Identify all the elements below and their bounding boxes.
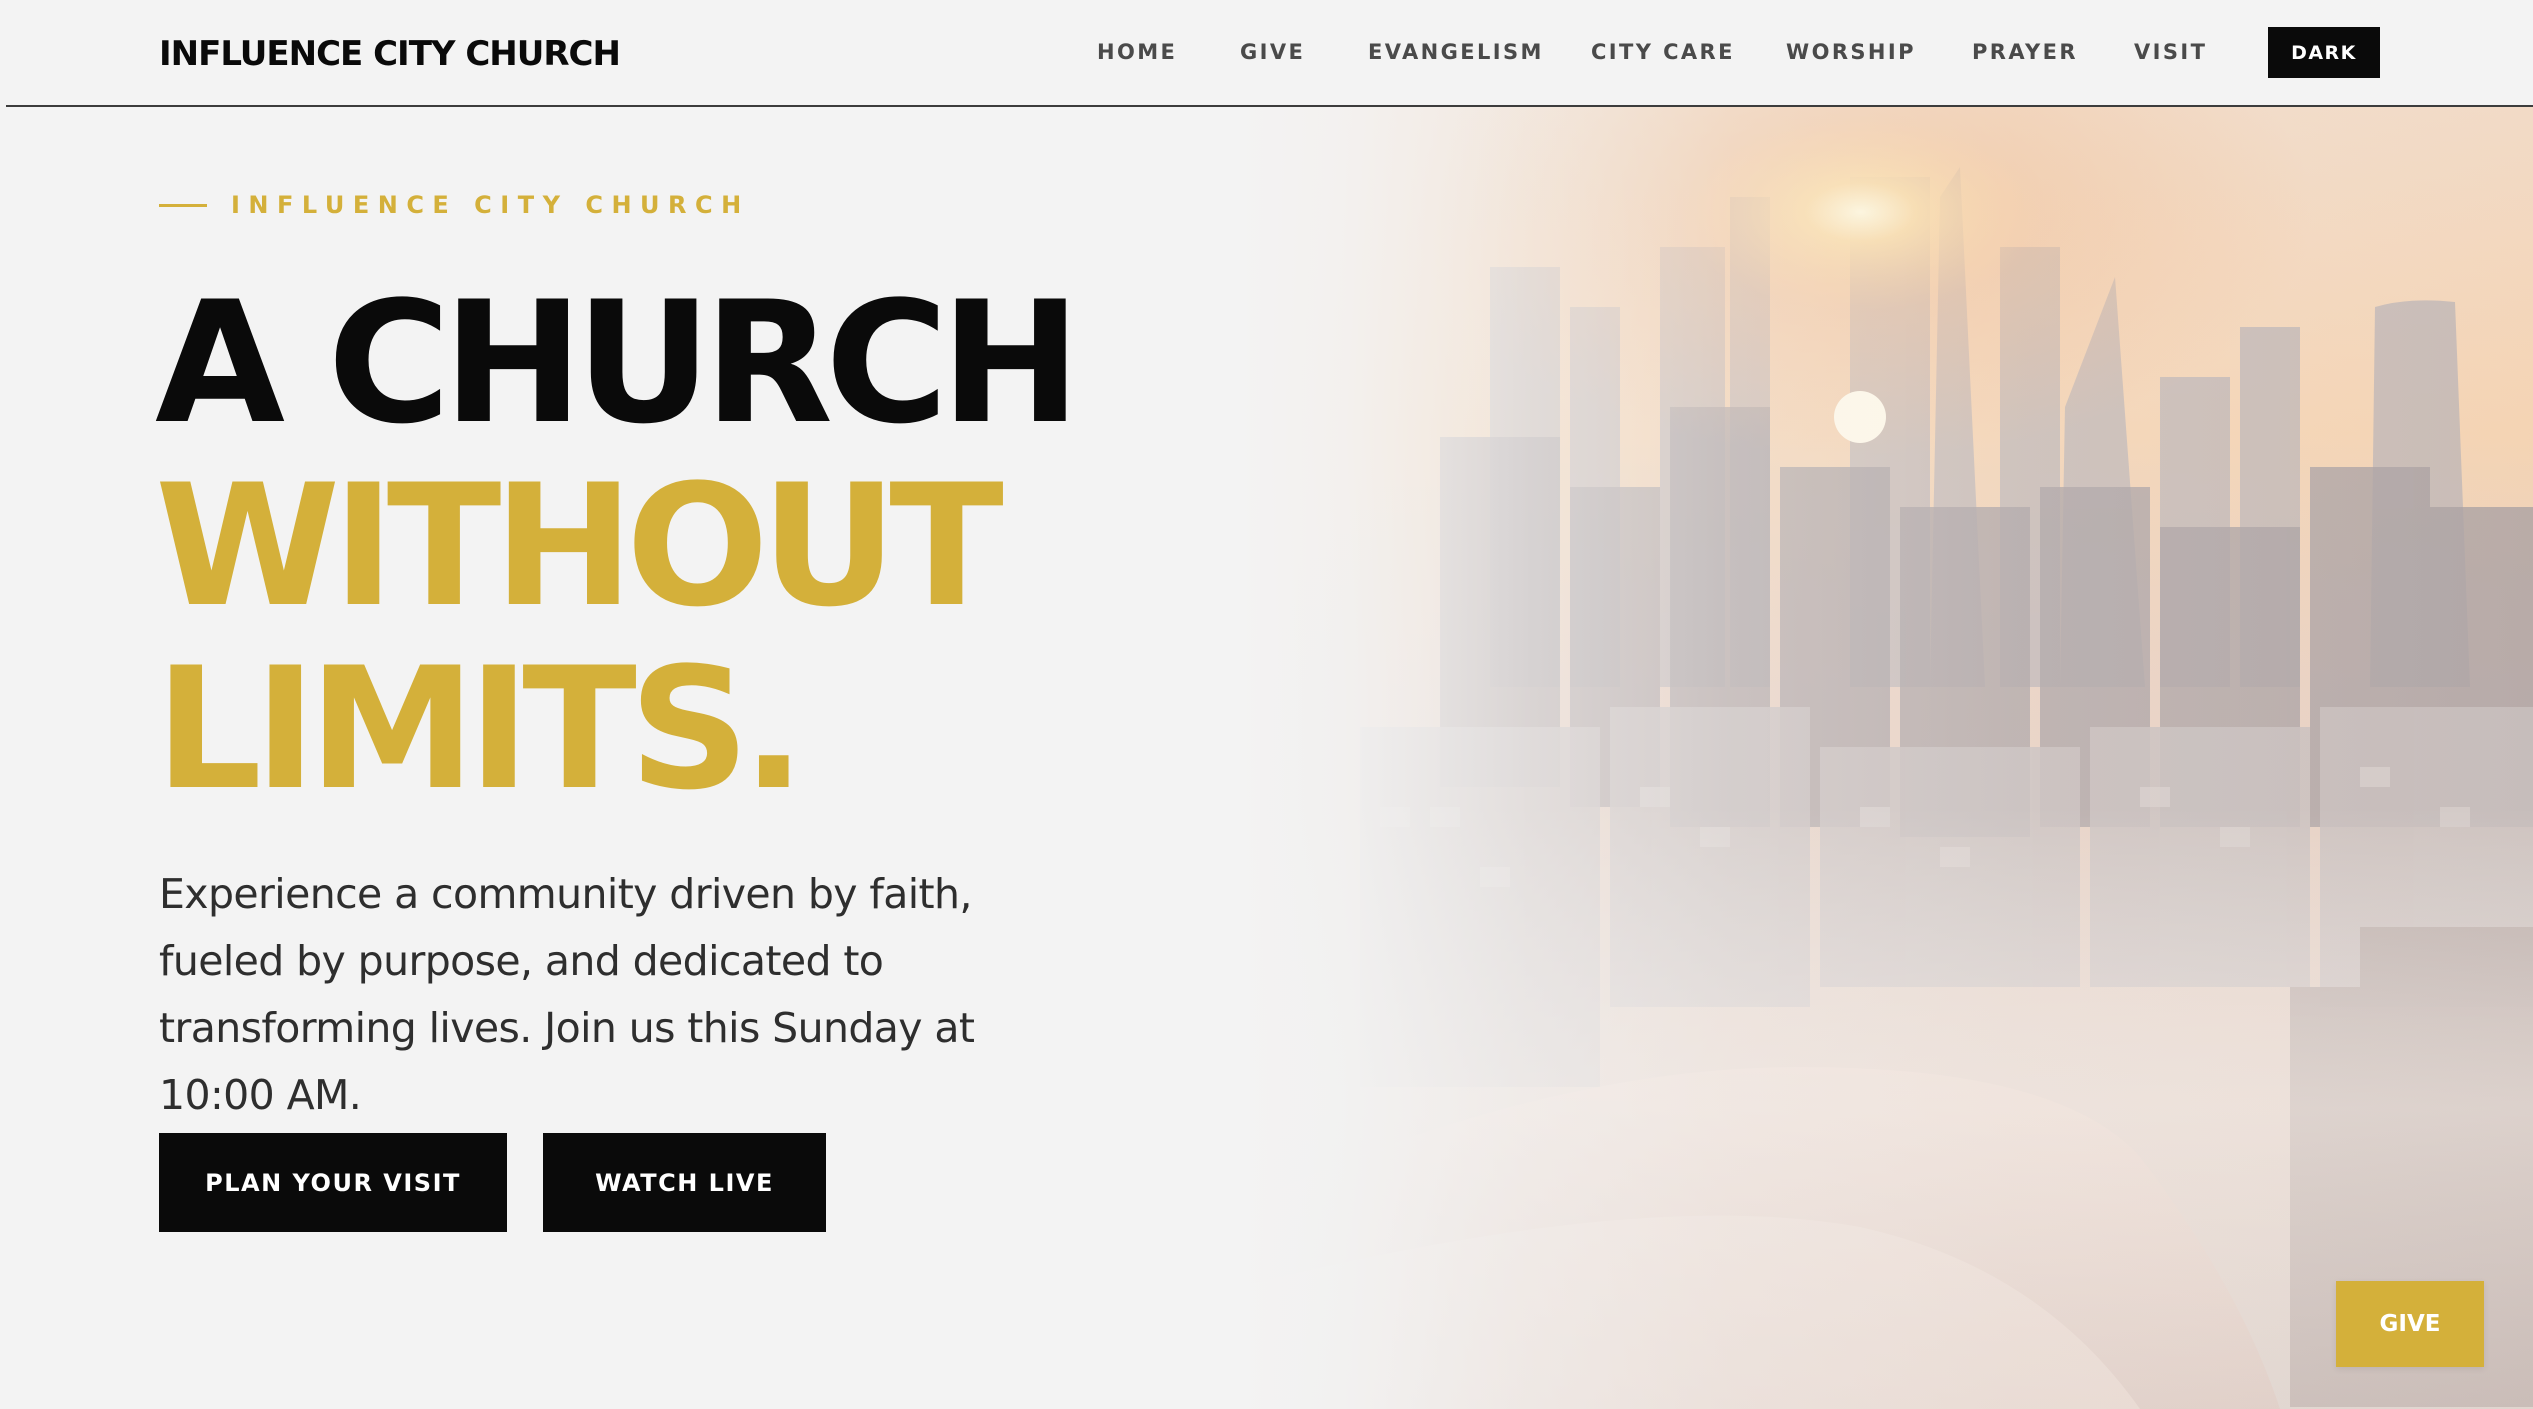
nav-give[interactable]: GIVE xyxy=(1240,40,1305,64)
hero-eyebrow: INFLUENCE CITY CHURCH xyxy=(159,191,750,219)
headline-line-1: A CHURCH xyxy=(155,265,1081,461)
nav-home[interactable]: HOME xyxy=(1097,40,1177,64)
main-nav: HOME GIVE EVANGELISM CITY CARE WORSHIP P… xyxy=(6,40,2533,70)
site-header: INFLUENCE CITY CHURCH HOME GIVE EVANGELI… xyxy=(6,0,2533,107)
dark-mode-toggle-button[interactable]: DARK xyxy=(2268,27,2380,78)
nav-evangelism[interactable]: EVANGELISM xyxy=(1368,40,1544,64)
floating-give-button[interactable]: GIVE xyxy=(2336,1281,2484,1367)
eyebrow-text: INFLUENCE CITY CHURCH xyxy=(231,191,750,219)
headline-line-3: LIMITS. xyxy=(155,631,806,827)
eyebrow-accent-line xyxy=(159,203,207,207)
nav-worship[interactable]: WORSHIP xyxy=(1786,40,1916,64)
nav-prayer[interactable]: PRAYER xyxy=(1972,40,2078,64)
hero-intro-paragraph: Experience a community driven by faith, … xyxy=(159,870,975,1119)
nav-city-care[interactable]: CITY CARE xyxy=(1591,40,1735,64)
nav-visit[interactable]: VISIT xyxy=(2134,40,2207,64)
hero-section: INFLUENCE CITY CHURCH A CHURCH WITHOUT L… xyxy=(0,107,1240,1409)
headline-line-2: WITHOUT xyxy=(155,448,1004,644)
plan-your-visit-button[interactable]: PLAN YOUR VISIT xyxy=(159,1133,507,1232)
hero-city-skyline-image xyxy=(1240,107,2533,1409)
hero-image-fade-overlay xyxy=(1240,107,2533,1409)
hero-headline: A CHURCH WITHOUT LIMITS. xyxy=(155,265,1081,827)
watch-live-button[interactable]: WATCH LIVE xyxy=(543,1133,826,1232)
